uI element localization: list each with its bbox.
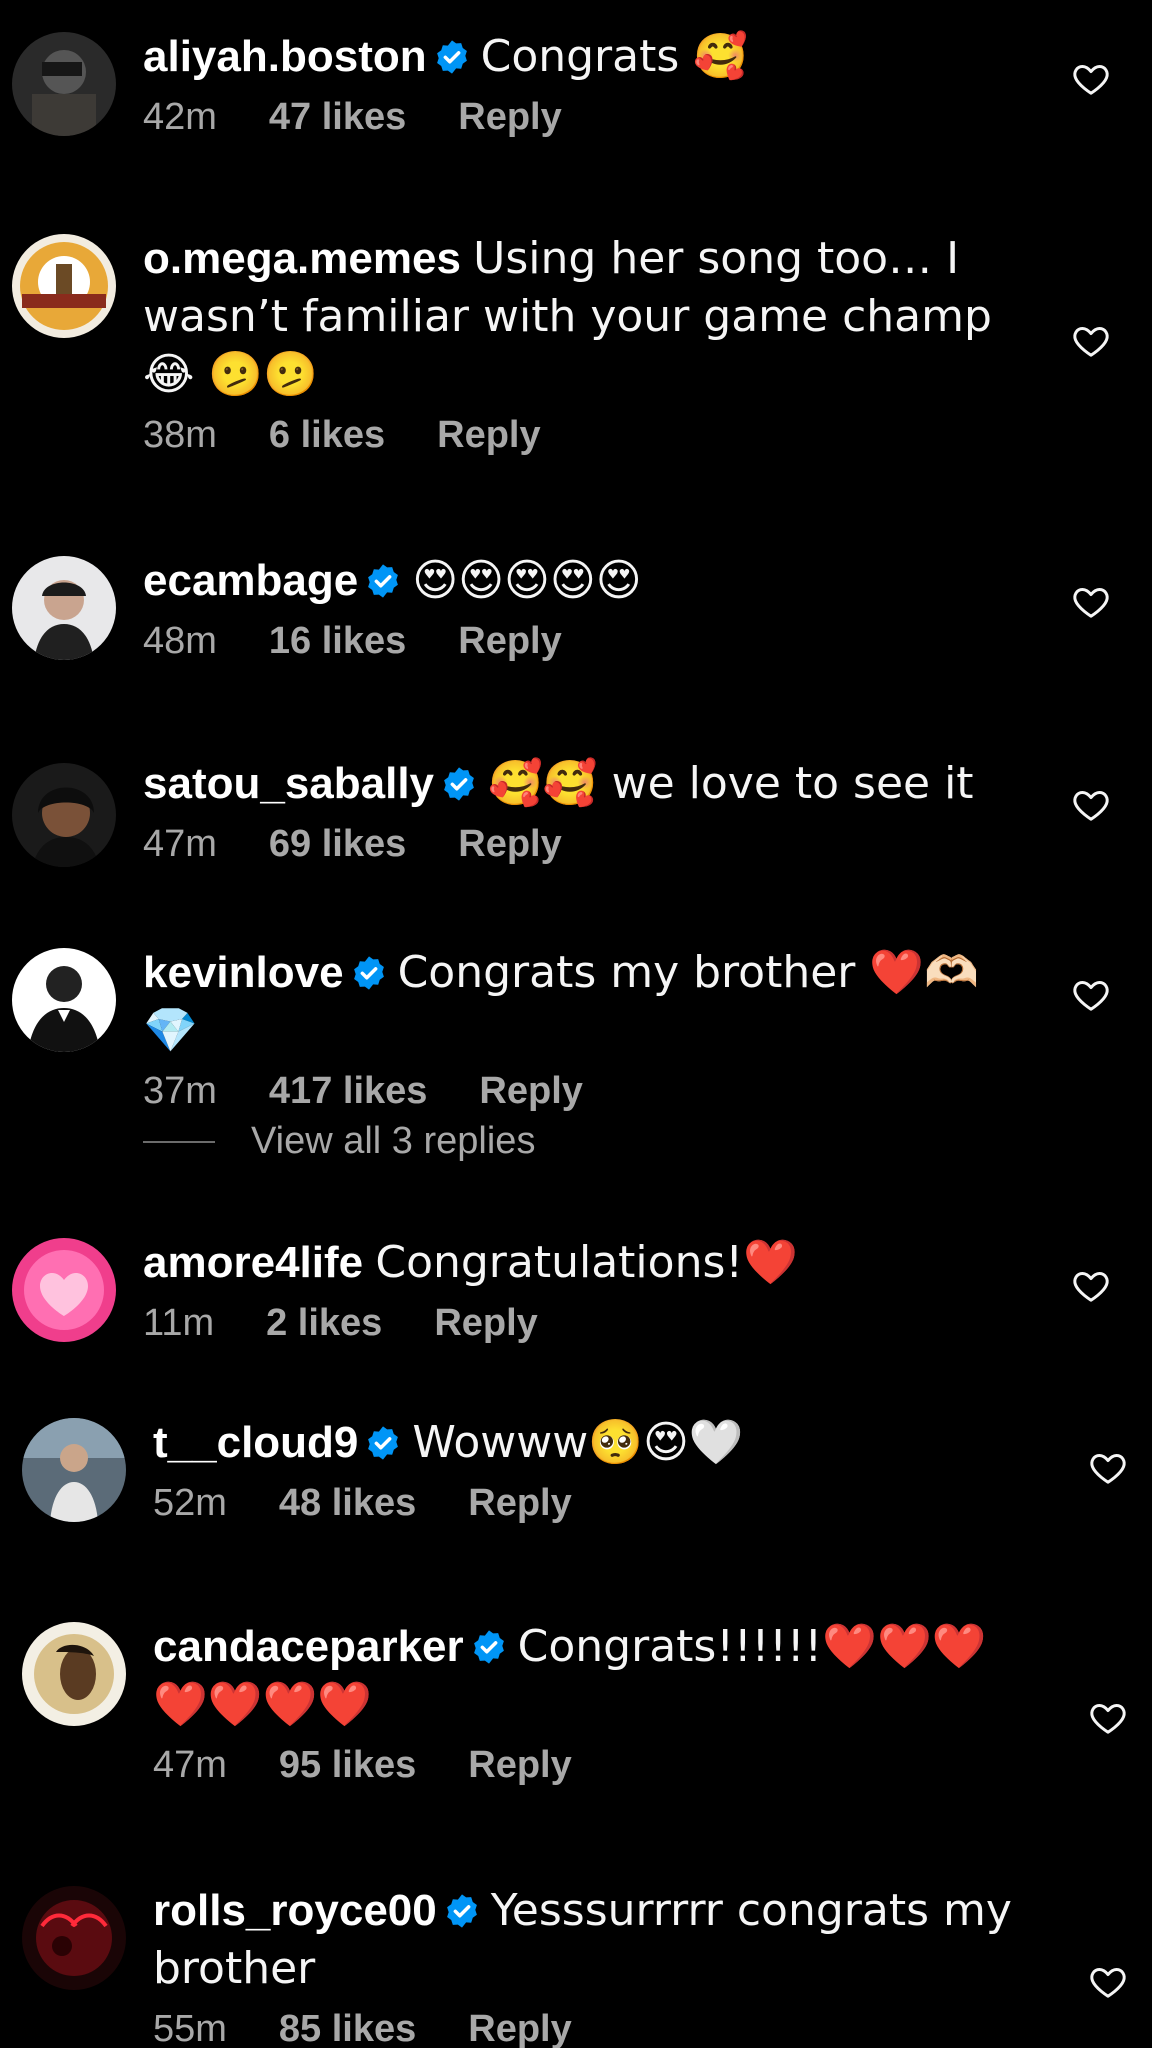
comment-meta: 37m 417 likes Reply [143, 1070, 1022, 1113]
comment-time: 47m [153, 1744, 227, 1786]
comment-text: o.mega.memes Using her song too… I wasn’… [143, 230, 1022, 404]
reply-button[interactable]: Reply [434, 1302, 537, 1345]
username-link[interactable]: aliyah.boston [143, 32, 427, 81]
comment-meta: 38m 6 likes Reply [143, 414, 1022, 457]
avatar[interactable] [12, 556, 116, 660]
username-link[interactable]: satou_sabally [143, 759, 434, 808]
avatar[interactable] [22, 1418, 126, 1522]
heart-outline-icon[interactable] [1071, 582, 1111, 622]
username-link[interactable]: rolls_royce00 [153, 1886, 437, 1935]
verified-badge-icon [368, 1426, 399, 1460]
reply-button[interactable]: Reply [458, 620, 561, 663]
view-replies-button[interactable]: View all 3 replies [143, 1120, 535, 1163]
comment-text: aliyah.boston Congrats 🥰 [143, 28, 1022, 86]
verified-badge-icon [446, 1894, 477, 1928]
heart-outline-icon[interactable] [1071, 1266, 1111, 1306]
likes-count[interactable]: 47 likes [269, 96, 406, 139]
comment-text: candaceparker Congrats!!!!!!❤️❤️❤️❤️❤️❤️❤… [153, 1618, 1022, 1734]
comment-meta: 48m 16 likes Reply [143, 620, 1022, 663]
comment-text: rolls_royce00 Yesssurrrrr congrats my bro… [153, 1882, 1022, 1998]
comment-text: kevinlove Congrats my brother ❤️🫶🏻💎 [143, 944, 1022, 1060]
comment-time: 48m [143, 620, 217, 662]
avatar[interactable] [22, 1886, 126, 1990]
comment-text: t__cloud9 Wowww🥺😍🤍 [153, 1414, 1022, 1472]
heart-outline-icon[interactable] [1088, 1698, 1128, 1738]
comment-time: 47m [143, 823, 217, 865]
comment-meta: 55m 85 likes Reply [153, 2008, 1022, 2048]
comment-message: Wowww🥺😍🤍 [412, 1417, 744, 1468]
avatar[interactable] [12, 32, 116, 136]
username-link[interactable]: t__cloud9 [153, 1418, 358, 1467]
view-replies-label: View all 3 replies [251, 1120, 536, 1162]
heart-outline-icon[interactable] [1088, 1962, 1128, 2002]
reply-button[interactable]: Reply [458, 96, 561, 139]
comment-time: 42m [143, 96, 217, 138]
reply-button[interactable]: Reply [479, 1070, 582, 1113]
verified-badge-icon [473, 1630, 504, 1664]
username-link[interactable]: o.mega.memes [143, 234, 461, 283]
likes-count[interactable]: 2 likes [266, 1302, 382, 1345]
likes-count[interactable]: 95 likes [279, 1744, 416, 1787]
comment-time: 55m [153, 2008, 227, 2048]
likes-count[interactable]: 16 likes [269, 620, 406, 663]
heart-outline-icon[interactable] [1088, 1448, 1128, 1488]
username-link[interactable]: candaceparker [153, 1622, 464, 1671]
avatar[interactable] [22, 1622, 126, 1726]
replies-divider [143, 1140, 215, 1143]
comment-time: 11m [143, 1302, 215, 1344]
comment-message: Congrats 🥰 [480, 31, 749, 82]
comment-message: Congratulations!❤️ [375, 1237, 798, 1288]
username-link[interactable]: kevinlove [143, 948, 344, 997]
likes-count[interactable]: 69 likes [269, 823, 406, 866]
comment-time: 52m [153, 1482, 227, 1524]
avatar[interactable] [12, 763, 116, 867]
verified-badge-icon [368, 564, 399, 598]
comment-meta: 52m 48 likes Reply [153, 1482, 1022, 1525]
comment-text: satou_sabally 🥰🥰 we love to see it [143, 755, 1022, 813]
likes-count[interactable]: 417 likes [269, 1070, 427, 1113]
verified-badge-icon [353, 956, 384, 990]
verified-badge-icon [444, 767, 474, 801]
heart-outline-icon[interactable] [1071, 785, 1111, 825]
comment-message: 🥰🥰 we love to see it [488, 758, 974, 809]
comment-text: ecambage 😍😍😍😍😍 [143, 552, 1022, 610]
avatar[interactable] [12, 1238, 116, 1342]
username-link[interactable]: amore4life [143, 1238, 363, 1287]
reply-button[interactable]: Reply [437, 414, 540, 457]
heart-outline-icon[interactable] [1071, 321, 1111, 361]
reply-button[interactable]: Reply [468, 1744, 571, 1787]
comments-feed: aliyah.boston Congrats 🥰 42m 47 likes Rep… [0, 0, 1152, 2048]
comment-meta: 11m 2 likes Reply [143, 1302, 1022, 1345]
comment-meta: 47m 69 likes Reply [143, 823, 1022, 866]
comment-meta: 47m 95 likes Reply [153, 1744, 1022, 1787]
comment-time: 37m [143, 1070, 217, 1112]
likes-count[interactable]: 85 likes [279, 2008, 416, 2048]
avatar[interactable] [12, 234, 116, 338]
avatar[interactable] [12, 948, 116, 1052]
comment-text: amore4life Congratulations!❤️ [143, 1234, 1022, 1292]
verified-badge-icon [436, 40, 467, 74]
comment-message: 😍😍😍😍😍 [412, 555, 642, 606]
heart-outline-icon[interactable] [1071, 975, 1111, 1015]
comment-meta: 42m 47 likes Reply [143, 96, 1022, 139]
heart-outline-icon[interactable] [1071, 59, 1111, 99]
comment-time: 38m [143, 414, 217, 456]
reply-button[interactable]: Reply [468, 2008, 571, 2048]
likes-count[interactable]: 6 likes [269, 414, 385, 457]
reply-button[interactable]: Reply [458, 823, 561, 866]
reply-button[interactable]: Reply [468, 1482, 571, 1525]
likes-count[interactable]: 48 likes [279, 1482, 416, 1525]
username-link[interactable]: ecambage [143, 556, 358, 605]
